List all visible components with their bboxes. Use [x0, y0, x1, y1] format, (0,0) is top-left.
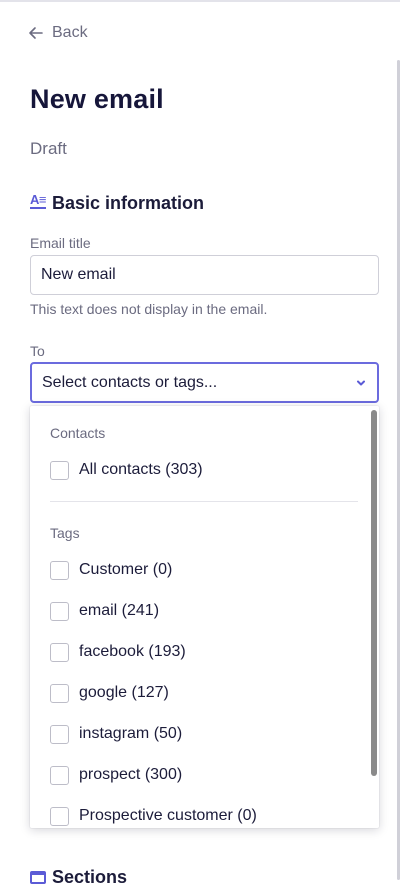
to-label: To — [30, 343, 45, 359]
status-text: Draft — [30, 139, 67, 158]
option-tag-google[interactable]: google (127) — [50, 682, 169, 704]
email-title-input[interactable] — [30, 255, 379, 295]
option-tag-email[interactable]: email (241) — [50, 600, 159, 622]
sections-icon — [30, 871, 46, 884]
email-editor-page: Back New email Draft A≡ Basic informatio… — [0, 0, 400, 886]
recipients-select-placeholder: Select contacts or tags... — [42, 373, 218, 391]
option-label: facebook (193) — [79, 643, 186, 660]
option-label: Customer (0) — [79, 561, 173, 578]
checkbox[interactable] — [50, 460, 69, 480]
checkbox[interactable] — [50, 642, 69, 662]
recipients-select[interactable]: Select contacts or tags... — [30, 362, 379, 403]
recipients-dropdown: Contacts All contacts (303) Tags Custome… — [30, 406, 379, 828]
option-all-contacts[interactable]: All contacts (303) — [50, 459, 203, 481]
option-label: All contacts (303) — [79, 461, 203, 478]
option-tag-customer[interactable]: Customer (0) — [50, 559, 172, 581]
dropdown-scrollbar[interactable] — [371, 410, 377, 824]
option-tag-instagram[interactable]: instagram (50) — [50, 723, 182, 745]
text-format-icon: A≡ — [30, 191, 46, 209]
contacts-group-label: Contacts — [50, 425, 106, 441]
back-label: Back — [52, 24, 88, 41]
option-label: prospect (300) — [79, 766, 183, 783]
sections-title: Sections — [52, 867, 128, 886]
basic-information-heading: A≡ Basic information — [30, 193, 204, 214]
option-label: google (127) — [79, 684, 169, 701]
email-title-label: Email title — [30, 235, 91, 251]
checkbox[interactable] — [50, 765, 69, 785]
chevron-down-icon — [357, 380, 365, 385]
checkbox[interactable] — [50, 601, 69, 621]
option-label: Prospective customer (0) — [79, 807, 257, 824]
option-tag-facebook[interactable]: facebook (193) — [50, 641, 186, 663]
checkbox[interactable] — [50, 683, 69, 703]
basic-information-title: Basic information — [52, 193, 205, 213]
option-tag-prospect[interactable]: prospect (300) — [50, 764, 182, 786]
option-label: email (241) — [79, 602, 160, 619]
arrow-left-icon — [29, 27, 43, 39]
checkbox[interactable] — [50, 724, 69, 744]
back-link[interactable]: Back — [28, 22, 88, 44]
group-divider — [50, 501, 358, 502]
option-tag-prospective-customer[interactable]: Prospective customer (0) — [50, 805, 257, 827]
page-title: New email — [30, 84, 164, 114]
tags-group-label: Tags — [50, 525, 80, 541]
scrollbar-thumb[interactable] — [371, 410, 377, 776]
checkbox[interactable] — [50, 560, 69, 580]
sections-heading: Sections — [30, 867, 127, 886]
top-divider — [0, 0, 400, 2]
email-title-help: This text does not display in the email. — [30, 301, 268, 317]
option-label: instagram (50) — [79, 725, 183, 742]
checkbox[interactable] — [50, 806, 69, 826]
